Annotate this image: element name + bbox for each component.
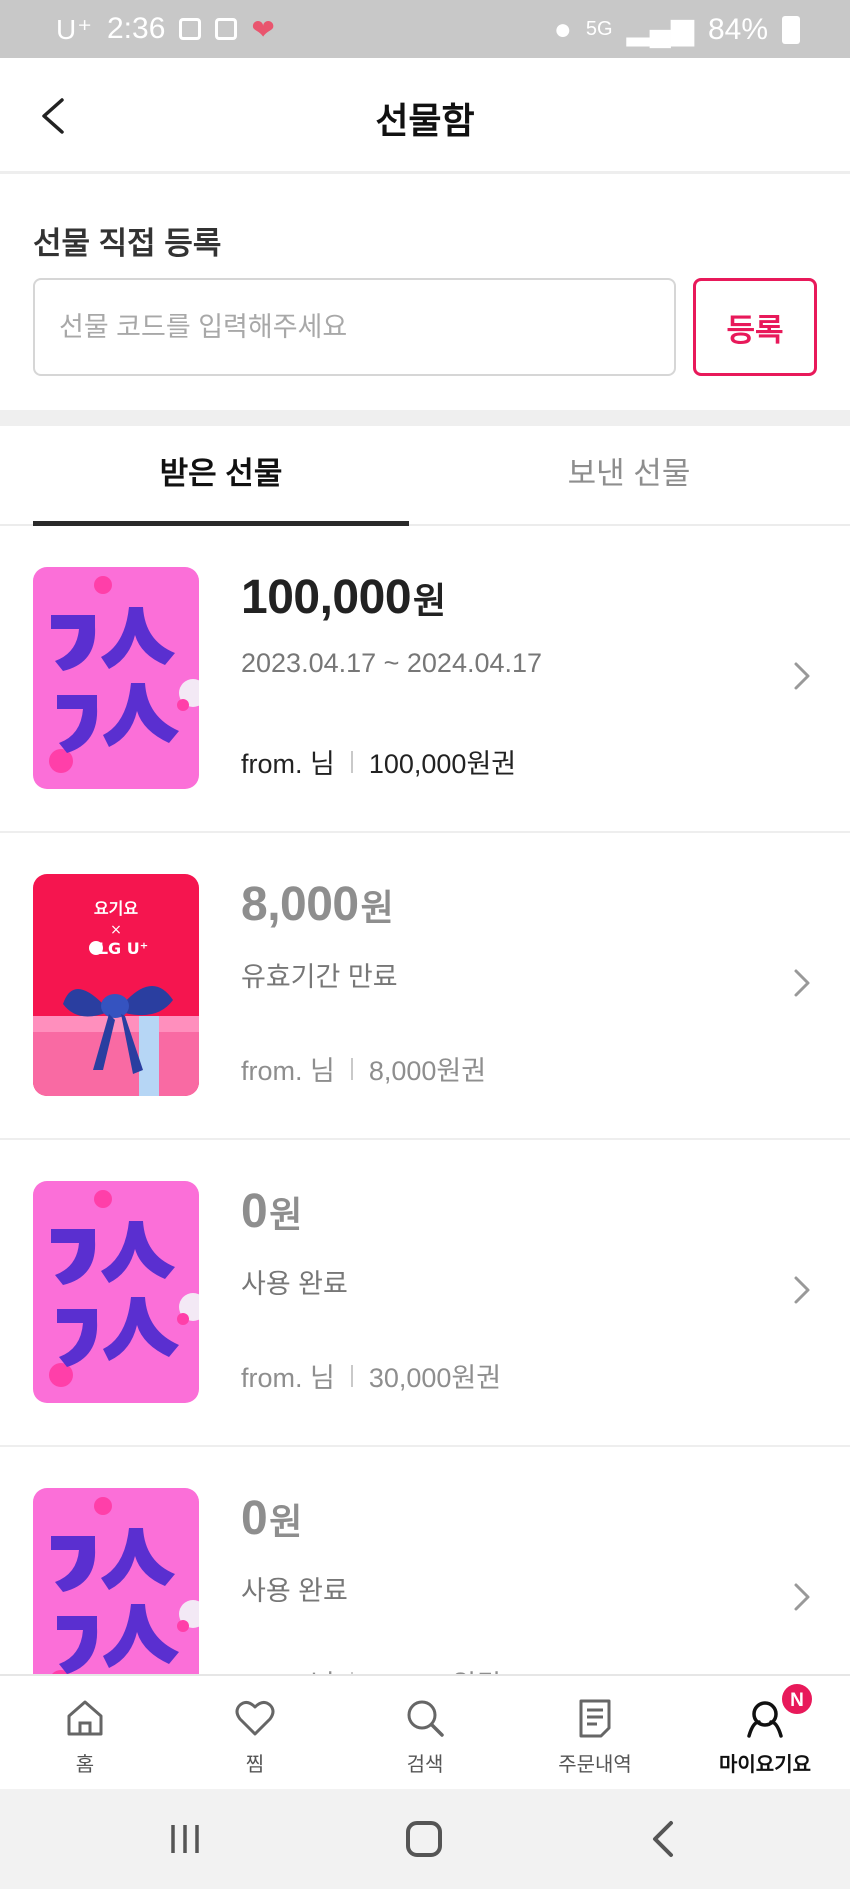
nav-orders[interactable]: 주문내역 [510,1676,680,1791]
status-time: 2:36 [107,12,166,45]
gift-item[interactable]: 요기요 × LG U⁺ 8,000원 유효기간 만료 from. 님 8,000… [0,833,850,1140]
nav-my-yogiyo[interactable]: N 마이요기요 [680,1676,850,1791]
page-title: 선물함 [375,100,475,141]
nav-home-label: 홈 [75,1754,95,1776]
separator [350,1364,353,1387]
gift-sender: from. 님 [241,1363,335,1393]
gift-status: 사용 완료 [241,1269,348,1299]
gift-voucher: 100,000원권 [368,749,517,779]
status-left: U⁺ 2:36 ❤ [56,12,275,46]
gift-sender-line: from. 님 30,000원권 [241,1356,501,1395]
gift-tabs: 받은 선물 보낸 선물 [0,426,850,526]
gift-code-input[interactable] [33,278,676,376]
gift-card-thumbnail [33,1181,199,1403]
system-back-icon[interactable] [635,1815,695,1863]
gift-card-red-image: 요기요 × LG U⁺ [33,874,199,1096]
chevron-right-icon [794,662,810,690]
gift-card-pink-image [33,1488,199,1674]
heart-icon [235,1700,275,1736]
section-divider [0,410,850,426]
chevron-right-icon [794,1276,810,1304]
nav-home[interactable]: 홈 [0,1676,170,1791]
gift-card-thumbnail [33,567,199,789]
gift-sender: from. 님 [241,749,335,779]
chevron-right-icon [794,1583,810,1611]
status-bar: U⁺ 2:36 ❤ ● 5G ▂▄▆ 84% [0,0,850,58]
tab-received[interactable]: 받은 선물 [33,426,409,526]
tab-sent[interactable]: 보낸 선물 [441,426,817,526]
gift-sender-line: from. 님 100,000원권 [241,742,516,781]
signal-icon: ▂▄▆ [626,13,694,46]
gift-item[interactable]: 0원 사용 완료 from. 님 30,000원권 [0,1140,850,1447]
receipt-icon [579,1699,611,1738]
gift-list: 100,000원 2023.04.17 ~ 2024.04.17 from. 님… [0,526,850,1674]
carrier-label: U⁺ [56,13,93,45]
battery-label: 84% [707,12,768,46]
gift-voucher: 8,000원권 [368,1056,487,1086]
gift-card-pink-image [33,1181,199,1403]
nav-favorites[interactable]: 찜 [170,1676,340,1791]
separator [350,750,353,773]
gift-status: 사용 완료 [241,1576,348,1606]
status-right: ● 5G ▂▄▆ 84% [554,12,800,47]
home-button-icon[interactable] [394,1815,454,1863]
thumb-brand-text: 요기요 [94,899,138,918]
heart-notification-icon: ❤ [251,13,275,45]
nav-search[interactable]: 검색 [340,1676,510,1791]
gift-item[interactable]: 0원 사용 완료 from. 님 30,000원권 [0,1447,850,1674]
battery-icon [782,15,800,44]
lock-icon [215,18,238,40]
network-label: 5G [585,18,613,40]
location-icon: ● [553,12,572,46]
thumb-partner-text: LG U⁺ [98,939,148,958]
gift-sender: from. 님 [241,1056,335,1086]
gift-voucher: 30,000원권 [369,1663,501,1674]
home-icon [67,1700,103,1736]
chevron-right-icon [794,969,810,997]
notification-icon [179,18,202,40]
gift-sender: from. 님 [241,1663,335,1674]
gift-sender-line: from. 님 8,000원권 [241,1049,486,1088]
gift-card-thumbnail: 요기요 × LG U⁺ [33,874,199,1096]
thumb-x-text: × [110,922,122,938]
bottom-navigation: 홈 찜 검색 주문내역 N 마이요기요 [0,1674,850,1789]
gift-card-pink-image [33,567,199,789]
search-icon [407,1700,444,1737]
new-badge: N [780,1682,814,1716]
gift-validity-period: 2023.04.17 ~ 2024.04.17 [241,648,543,678]
gift-sender-line: from. 님 30,000원권 [241,1663,501,1674]
gift-card-thumbnail [33,1488,199,1674]
nav-favorites-label: 찜 [245,1754,265,1776]
recent-apps-icon[interactable] [155,1815,215,1863]
gift-status: 유효기간 만료 [241,962,398,992]
gift-voucher: 30,000원권 [368,1363,502,1393]
gift-register-section: 선물 직접 등록 등록 [0,174,850,410]
gift-amount: 0원 [241,1185,302,1238]
gift-amount: 100,000원 [241,571,446,624]
gift-amount: 8,000원 [241,878,394,931]
register-button[interactable]: 등록 [693,278,817,376]
gift-item[interactable]: 100,000원 2023.04.17 ~ 2024.04.17 from. 님… [0,526,850,833]
nav-my-yogiyo-label: 마이요기요 [719,1754,811,1776]
system-navigation-bar [0,1789,850,1889]
gift-amount: 0원 [241,1492,302,1545]
app-header: 선물함 [0,58,850,174]
register-title: 선물 직접 등록 [33,226,222,261]
nav-search-label: 검색 [406,1754,444,1776]
nav-orders-label: 주문내역 [558,1754,632,1776]
separator [350,1057,353,1080]
